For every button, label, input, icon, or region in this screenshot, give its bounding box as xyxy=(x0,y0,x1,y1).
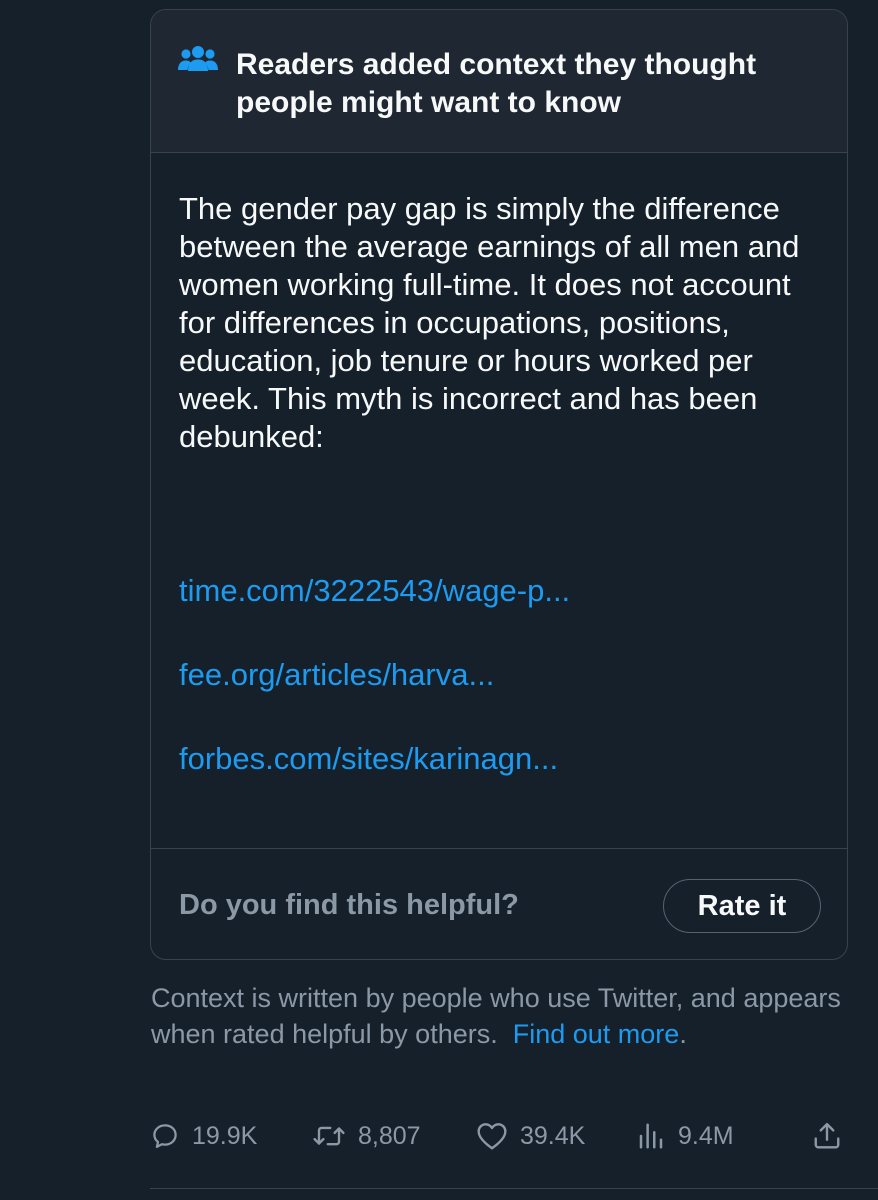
note-title: Readers added context they thought peopl… xyxy=(236,48,757,119)
reply-button[interactable]: 19.9K xyxy=(150,1112,257,1160)
disclaimer-period: . xyxy=(679,1019,687,1049)
share-icon xyxy=(814,1122,840,1149)
note-header: Readers added context they thought peopl… xyxy=(151,10,847,153)
like-button[interactable]: 39.4K xyxy=(476,1112,585,1160)
note-link-fee[interactable]: fee.org/articles/harva... xyxy=(179,656,494,694)
note-link-time[interactable]: time.com/3222543/wage-p... xyxy=(179,572,570,610)
note-footer: Do you find this helpful? Rate it xyxy=(151,848,847,959)
retweet-count: 8,807 xyxy=(358,1121,421,1150)
people-icon xyxy=(178,46,218,75)
community-note-card: Readers added context they thought peopl… xyxy=(150,9,848,960)
find-out-more-link[interactable]: Find out more xyxy=(513,1019,680,1049)
note-link-forbes[interactable]: forbes.com/sites/karinagn... xyxy=(179,740,558,778)
context-disclaimer: Context is written by people who use Twi… xyxy=(151,980,851,1052)
views-button[interactable]: 9.4M xyxy=(636,1112,734,1160)
share-button[interactable] xyxy=(812,1112,842,1160)
bottom-divider xyxy=(150,1188,878,1189)
like-count: 39.4K xyxy=(520,1121,586,1150)
view-count: 9.4M xyxy=(678,1121,734,1150)
reply-icon xyxy=(153,1124,177,1148)
note-body: The gender pay gap is simply the differe… xyxy=(179,191,800,454)
rate-it-button[interactable]: Rate it xyxy=(663,879,821,933)
retweet-button[interactable]: 8,807 xyxy=(312,1112,421,1160)
views-icon xyxy=(639,1123,663,1149)
helpful-question: Do you find this helpful? xyxy=(179,889,519,921)
retweet-icon xyxy=(313,1126,345,1146)
disclaimer-text: Context is written by people who use Twi… xyxy=(151,983,841,1049)
tweet-action-bar: 19.9K 8,807 39.4K 9.4M xyxy=(150,1112,850,1160)
heart-icon xyxy=(477,1123,507,1150)
reply-count: 19.9K xyxy=(192,1121,258,1150)
